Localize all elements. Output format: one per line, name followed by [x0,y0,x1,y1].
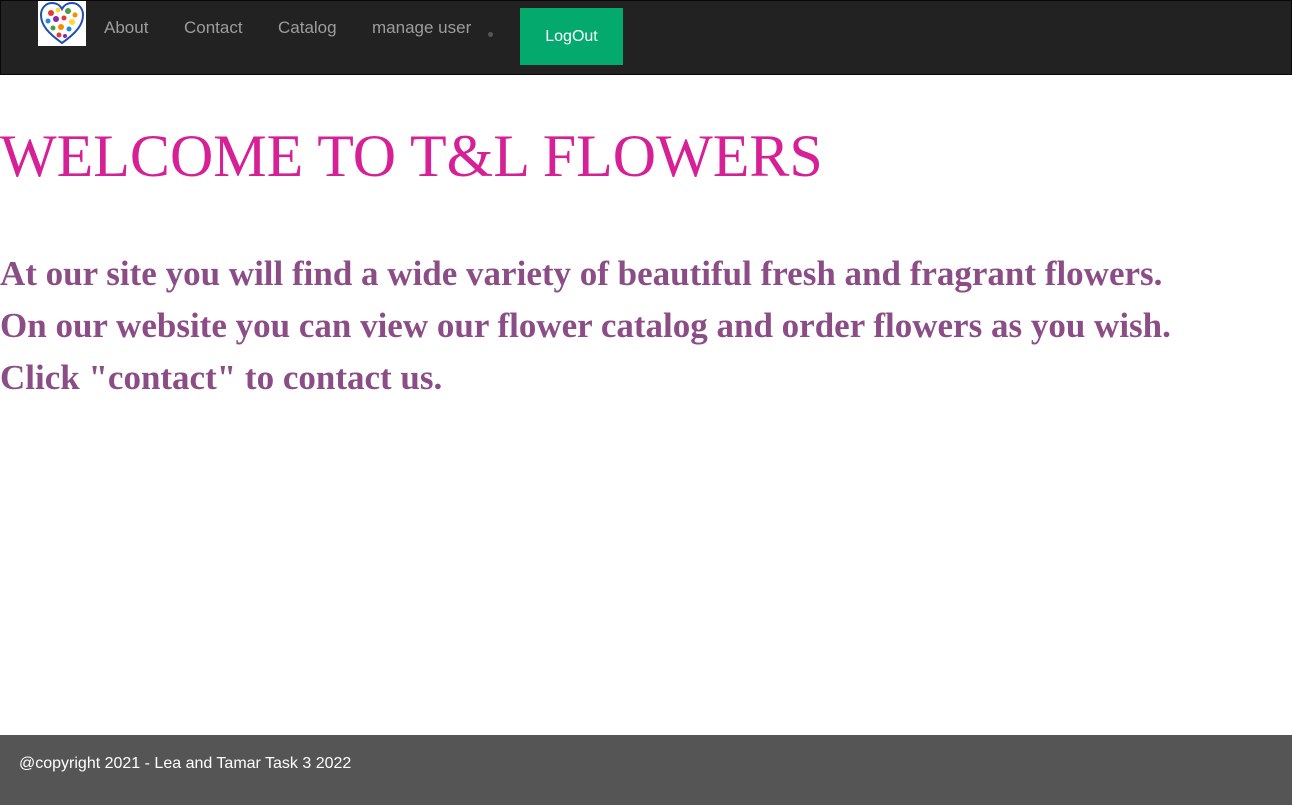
intro-line-2: On our website you can view our flower c… [0,306,1171,345]
list-bullet-dot [488,32,493,37]
nav-link-catalog[interactable]: Catalog [278,18,337,38]
copyright-text: @copyright 2021 - Lea and Tamar Task 3 2… [19,755,352,772]
nav-link-about[interactable]: About [104,18,148,38]
intro-line-1: At our site you will find a wide variety… [0,254,1163,293]
intro-text: At our site you will find a wide variety… [0,248,1171,404]
page-title: WELCOME TO T&L FLOWERS [0,123,823,189]
nav-link-contact[interactable]: Contact [184,18,243,38]
top-navbar: About Contact Catalog manage user LogOut [0,0,1292,75]
page-footer: @copyright 2021 - Lea and Tamar Task 3 2… [0,735,1292,805]
nav-link-manage-user[interactable]: manage user [372,18,471,38]
intro-line-3: Click "contact" to contact us. [0,358,443,397]
logout-button[interactable]: LogOut [520,8,623,65]
site-logo-icon[interactable] [38,1,86,46]
